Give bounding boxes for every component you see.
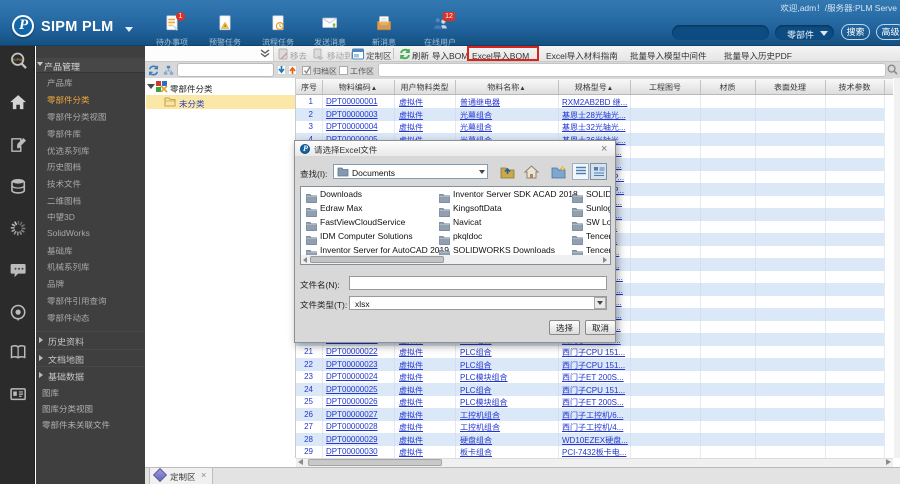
svg-text:SIPM: SIPM (13, 57, 23, 62)
